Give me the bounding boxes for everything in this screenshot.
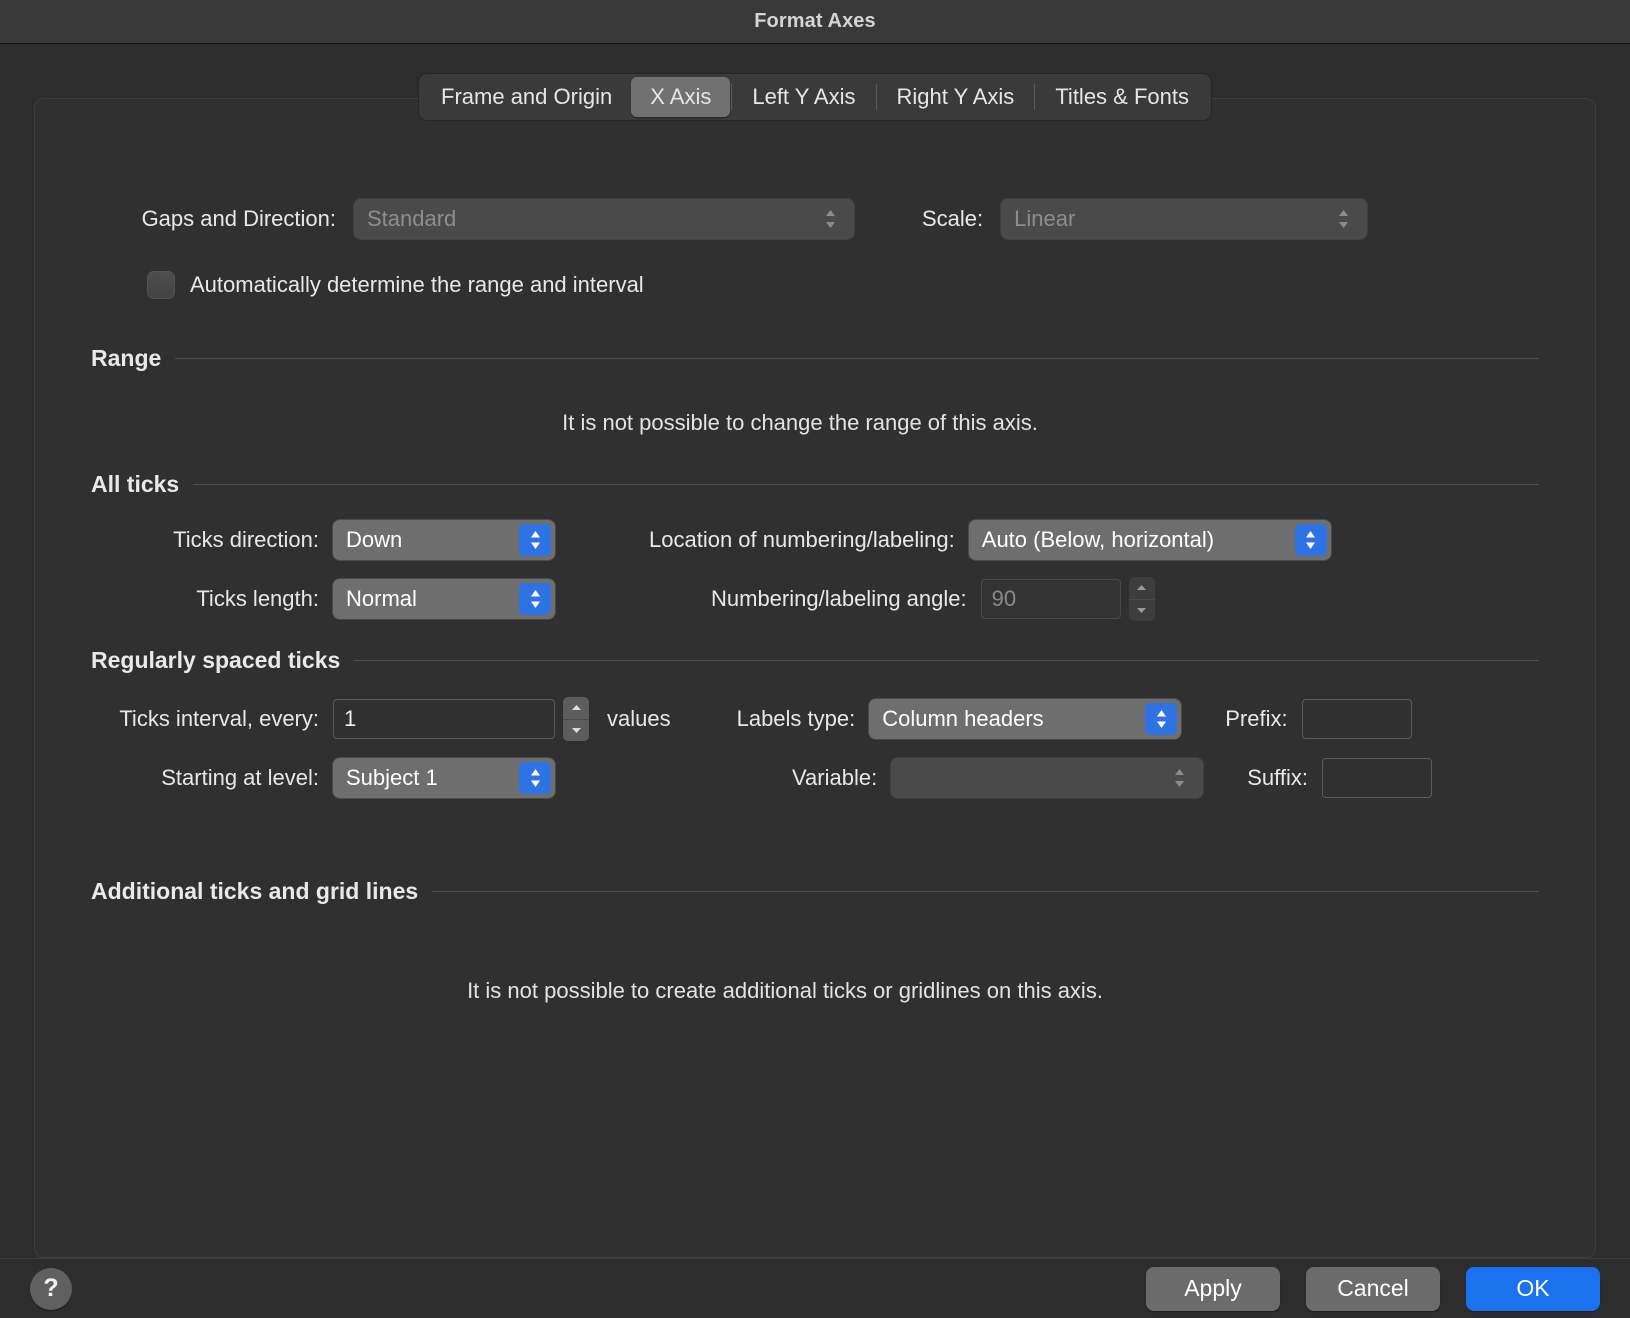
location-of-numbering-label: Location of numbering/labeling: (649, 527, 955, 553)
ticks-interval-row: Ticks interval, every: 1 values Labels t… (91, 697, 1539, 741)
chevron-up-down-icon (814, 203, 846, 235)
tab-separator (876, 84, 877, 110)
chevron-up-down-icon (1163, 762, 1195, 794)
suffix-label: Suffix: (1247, 765, 1308, 791)
chevron-up-down-icon (519, 583, 551, 615)
ticks-direction-select[interactable]: Down (333, 520, 555, 560)
tab-left-y-axis[interactable]: Left Y Axis (733, 77, 874, 117)
ticks-direction-label: Ticks direction: (91, 527, 319, 553)
stepper-down-icon[interactable] (1129, 599, 1155, 622)
numbering-angle-input[interactable]: 90 (981, 579, 1121, 619)
gaps-and-scale-row: Gaps and Direction: Standard Scale: Line… (91, 199, 1539, 239)
range-section-title: Range (91, 345, 161, 372)
ticks-interval-units-label: values (607, 706, 671, 732)
tab-right-y-axis[interactable]: Right Y Axis (878, 77, 1034, 117)
chevron-up-down-icon (1327, 203, 1359, 235)
variable-select[interactable] (891, 758, 1203, 798)
starting-at-level-value: Subject 1 (346, 765, 438, 791)
dialog-titlebar: Format Axes (0, 0, 1630, 44)
tab-separator (1034, 84, 1035, 110)
gaps-and-direction-select[interactable]: Standard (354, 199, 854, 239)
range-section-header: Range (91, 345, 1539, 372)
additional-ticks-not-possible-note: It is not possible to create additional … (91, 978, 1539, 1004)
tab-titles-and-fonts[interactable]: Titles & Fonts (1036, 77, 1208, 117)
section-divider (432, 891, 1539, 892)
chevron-up-down-icon (519, 762, 551, 794)
ticks-interval-label: Ticks interval, every: (91, 706, 319, 732)
numbering-angle-stepper[interactable] (1129, 577, 1155, 621)
prefix-label: Prefix: (1225, 706, 1287, 732)
dialog-footer: ? Apply Cancel OK (0, 1258, 1630, 1318)
additional-ticks-section-title: Additional ticks and grid lines (91, 878, 418, 905)
scale-value: Linear (1014, 206, 1075, 232)
tab-separator (731, 84, 732, 110)
chevron-up-down-icon (519, 524, 551, 556)
scale-select[interactable]: Linear (1001, 199, 1367, 239)
ticks-direction-row: Ticks direction: Down Location of number… (91, 520, 1539, 560)
ticks-length-row: Ticks length: Normal Numbering/labeling … (91, 577, 1539, 621)
prefix-input[interactable] (1302, 699, 1412, 739)
variable-label: Variable: (792, 765, 877, 791)
regular-ticks-section-header: Regularly spaced ticks (91, 647, 1539, 674)
ticks-length-label: Ticks length: (91, 586, 319, 612)
stepper-up-icon[interactable] (563, 697, 589, 719)
format-axes-dialog: Format Axes Frame and Origin X Axis Left… (0, 0, 1630, 1318)
auto-range-row[interactable]: Automatically determine the range and in… (148, 272, 1539, 298)
cancel-button[interactable]: Cancel (1306, 1267, 1440, 1311)
tab-x-axis[interactable]: X Axis (631, 77, 730, 117)
starting-at-level-select[interactable]: Subject 1 (333, 758, 555, 798)
ok-button[interactable]: OK (1466, 1267, 1600, 1311)
range-not-possible-note: It is not possible to change the range o… (91, 410, 1539, 436)
tab-frame-and-origin[interactable]: Frame and Origin (422, 77, 631, 117)
ticks-length-select[interactable]: Normal (333, 579, 555, 619)
apply-button[interactable]: Apply (1146, 1267, 1280, 1311)
starting-at-level-label: Starting at level: (91, 765, 319, 791)
auto-range-label: Automatically determine the range and in… (190, 272, 644, 298)
stepper-down-icon[interactable] (563, 719, 589, 742)
dialog-body: Frame and Origin X Axis Left Y Axis Righ… (0, 44, 1630, 1318)
location-of-numbering-select[interactable]: Auto (Below, horizontal) (969, 520, 1331, 560)
ticks-length-value: Normal (346, 586, 417, 612)
section-divider (193, 484, 1539, 485)
labels-type-label: Labels type: (737, 706, 856, 732)
chevron-up-down-icon (1145, 703, 1177, 735)
all-ticks-section-title: All ticks (91, 471, 179, 498)
labels-type-select[interactable]: Column headers (869, 699, 1181, 739)
dialog-title: Format Axes (754, 10, 876, 33)
suffix-input[interactable] (1322, 758, 1432, 798)
auto-range-checkbox[interactable] (148, 272, 174, 298)
starting-level-row: Starting at level: Subject 1 Variable: (91, 758, 1539, 798)
settings-panel-content: Gaps and Direction: Standard Scale: Line… (35, 99, 1595, 1257)
ticks-direction-value: Down (346, 527, 402, 553)
ticks-interval-stepper[interactable] (563, 697, 589, 741)
ticks-interval-input[interactable]: 1 (333, 699, 555, 739)
section-divider (354, 660, 1539, 661)
tab-group: Frame and Origin X Axis Left Y Axis Righ… (419, 74, 1211, 120)
section-divider (175, 358, 1539, 359)
scale-label: Scale: (922, 206, 983, 232)
regular-ticks-section-title: Regularly spaced ticks (91, 647, 340, 674)
labels-type-value: Column headers (882, 706, 1043, 732)
additional-ticks-section-header: Additional ticks and grid lines (91, 878, 1539, 905)
gaps-and-direction-value: Standard (367, 206, 456, 232)
numbering-angle-label: Numbering/labeling angle: (711, 586, 967, 612)
location-of-numbering-value: Auto (Below, horizontal) (982, 527, 1214, 553)
stepper-up-icon[interactable] (1129, 577, 1155, 599)
all-ticks-section-header: All ticks (91, 471, 1539, 498)
gaps-and-direction-label: Gaps and Direction: (91, 206, 336, 232)
tab-bar: Frame and Origin X Axis Left Y Axis Righ… (0, 74, 1630, 120)
settings-panel: Gaps and Direction: Standard Scale: Line… (34, 98, 1596, 1258)
chevron-up-down-icon (1295, 524, 1327, 556)
help-button[interactable]: ? (30, 1268, 72, 1310)
